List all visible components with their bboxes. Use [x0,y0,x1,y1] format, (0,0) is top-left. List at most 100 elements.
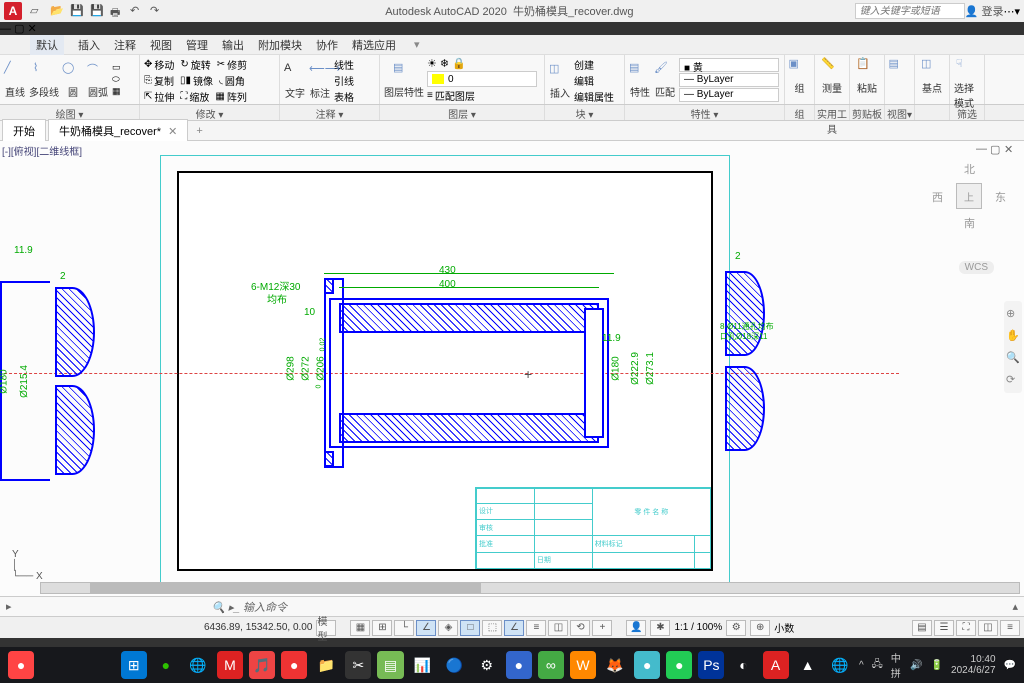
tab-collab[interactable]: 协作 [316,37,338,53]
nav-pan-icon[interactable]: ✋ [1006,329,1020,343]
qs-toggle[interactable]: ☰ [934,620,954,636]
stretch-button[interactable]: ⇱ 拉伸 [144,89,174,104]
copy-button[interactable]: ⎘ 复制 [144,73,174,88]
circle-button[interactable]: ◯圆 [62,61,84,99]
tray-vol-icon[interactable]: 🔊 [910,660,922,671]
iso-toggle[interactable]: ◈ [438,620,458,636]
dyn-toggle[interactable]: + [592,620,612,636]
nav-zoom-icon[interactable]: 🔍 [1006,351,1020,365]
tray-net-icon[interactable]: 🖧 [872,657,883,674]
nav-wheel-icon[interactable]: ⊕ [1006,307,1020,321]
tab-default[interactable]: 默认 [30,35,64,55]
clean-toggle[interactable]: ◫ [978,620,998,636]
view-button[interactable]: ▤ [889,57,910,79]
tab-output[interactable]: 输出 [222,37,244,53]
vp-close-icon[interactable]: ✕ [1004,143,1016,155]
vp-max-icon[interactable]: ▢ [990,143,1002,155]
tab-insert[interactable]: 插入 [78,37,100,53]
start-button[interactable]: ⊞ [121,651,147,679]
ortho-toggle[interactable]: └ [394,620,414,636]
tb-app15[interactable]: 🌐 [827,651,853,679]
layer-icon2[interactable]: ❄ [440,57,449,70]
saveas-icon[interactable]: 💾 [90,4,104,18]
rect-icon[interactable]: ▭ [112,62,121,73]
cycle-toggle[interactable]: ⟲ [570,620,590,636]
open-icon[interactable]: 📂 [50,4,64,18]
polyline-button[interactable]: ⌇多段线 [29,61,59,99]
layer-icon3[interactable]: 🔒 [452,57,466,70]
move-button[interactable]: ✥ 移动 [144,57,174,72]
tb-app5[interactable]: ▤ [377,651,403,679]
tb-wps[interactable]: W [570,651,596,679]
leader-button[interactable]: 引线 [334,73,354,88]
viewcube-e[interactable]: 东 [995,189,1006,205]
viewcube-s[interactable]: 南 [964,215,975,231]
rotate-button[interactable]: ↻ 旋转 [180,57,210,72]
tb-app3[interactable]: 🎵 [249,651,275,679]
table-button[interactable]: 表格 [334,89,354,104]
grid-toggle[interactable]: ▦ [350,620,370,636]
tb-capcut[interactable]: ✂ [345,651,371,679]
editattr-button[interactable]: 编辑属性 [574,89,614,104]
edit-button[interactable]: 编辑 [574,73,594,88]
gear-icon[interactable]: ⚙ [726,620,746,636]
full-toggle[interactable]: ⛶ [956,620,976,636]
lwt-toggle[interactable]: ≡ [526,620,546,636]
layer-icon1[interactable]: ☀ [427,57,437,70]
start-tab[interactable]: 开始 [2,119,46,142]
tb-edge[interactable]: 🌐 [185,651,211,679]
tab-overflow-icon[interactable]: ▾ [414,38,420,51]
tb-app2[interactable]: M [217,651,243,679]
group-button[interactable]: ▣组 [789,57,810,95]
transp-toggle[interactable]: ◫ [548,620,568,636]
tb-app8[interactable]: ● [506,651,532,679]
doc-tab[interactable]: 牛奶桶模具_recover* ✕ [48,119,188,142]
redo-icon[interactable]: ↷ [150,4,164,18]
color-dropdown[interactable]: ■ 黄 [679,58,779,72]
viewcube-face[interactable]: 上 [956,183,982,209]
tab-manage[interactable]: 管理 [186,37,208,53]
props-button[interactable]: ▤特性 [629,61,651,99]
array-button[interactable]: ▦ 阵列 [215,89,246,104]
tb-app6[interactable]: 📊 [410,651,436,679]
create-button[interactable]: 创建 [574,57,594,72]
ellipse-icon[interactable]: ⬭ [112,74,120,85]
tb-app13[interactable]: ◐ [730,651,756,679]
match-button[interactable]: 🖌匹配 [654,61,676,99]
base-button[interactable]: ◫基点 [919,57,945,95]
tb-app14[interactable]: ▲ [795,651,821,679]
tb-explorer[interactable]: 📁 [313,651,339,679]
maximize-button[interactable]: ▢ [14,23,24,35]
lineweight-dropdown[interactable]: — ByLayer [679,73,779,87]
tb-ps[interactable]: Ps [698,651,724,679]
tb-app10[interactable]: 🦊 [602,651,628,679]
select-button[interactable]: ☟选择模式 [954,57,980,110]
tb-autocad[interactable]: A [763,651,789,679]
vp-min-icon[interactable]: — [976,143,988,155]
tray-ime[interactable]: 中 拼 [891,650,902,680]
viewcube-w[interactable]: 西 [932,189,943,205]
layermatch-button[interactable]: ≡ 匹配图层 [427,88,475,103]
3dosnap-toggle[interactable]: ⬚ [482,620,502,636]
custom-toggle[interactable]: ≡ [1000,620,1020,636]
tray-up-icon[interactable]: ^ [859,660,864,671]
text-button[interactable]: A文字 [284,62,306,100]
drawing-canvas[interactable]: [-][俯视][二维线框] — ▢ ✕ 430 400 6-M12深30 均布 … [0,141,1024,596]
hatch-icon[interactable]: ▦ [112,86,121,97]
linetype-dropdown[interactable]: — ByLayer [679,88,779,102]
units-toggle[interactable]: ⊕ [750,620,770,636]
tb-app4[interactable]: ● [281,651,307,679]
signin-button[interactable]: 👤 登录 [965,3,1004,19]
viewcube-n[interactable]: 北 [964,161,975,177]
exchange-icon[interactable]: ⋯ [1003,5,1014,18]
fillet-button[interactable]: ◟ 圆角 [219,73,245,88]
wcs-label[interactable]: WCS [959,261,994,274]
anno-toggle[interactable]: 👤 [626,620,646,636]
tb-app1[interactable]: ● [8,651,34,679]
command-line[interactable]: ▸ 🔍 ▸_ 输入命令 ▴ [0,596,1024,616]
measure-button[interactable]: 📏测量 [819,57,845,95]
new-tab-button[interactable]: + [188,125,210,137]
otrack-toggle[interactable]: ∠ [504,620,524,636]
search-input[interactable] [855,3,965,19]
layerprops-button[interactable]: ▤图层特性 [384,61,424,99]
